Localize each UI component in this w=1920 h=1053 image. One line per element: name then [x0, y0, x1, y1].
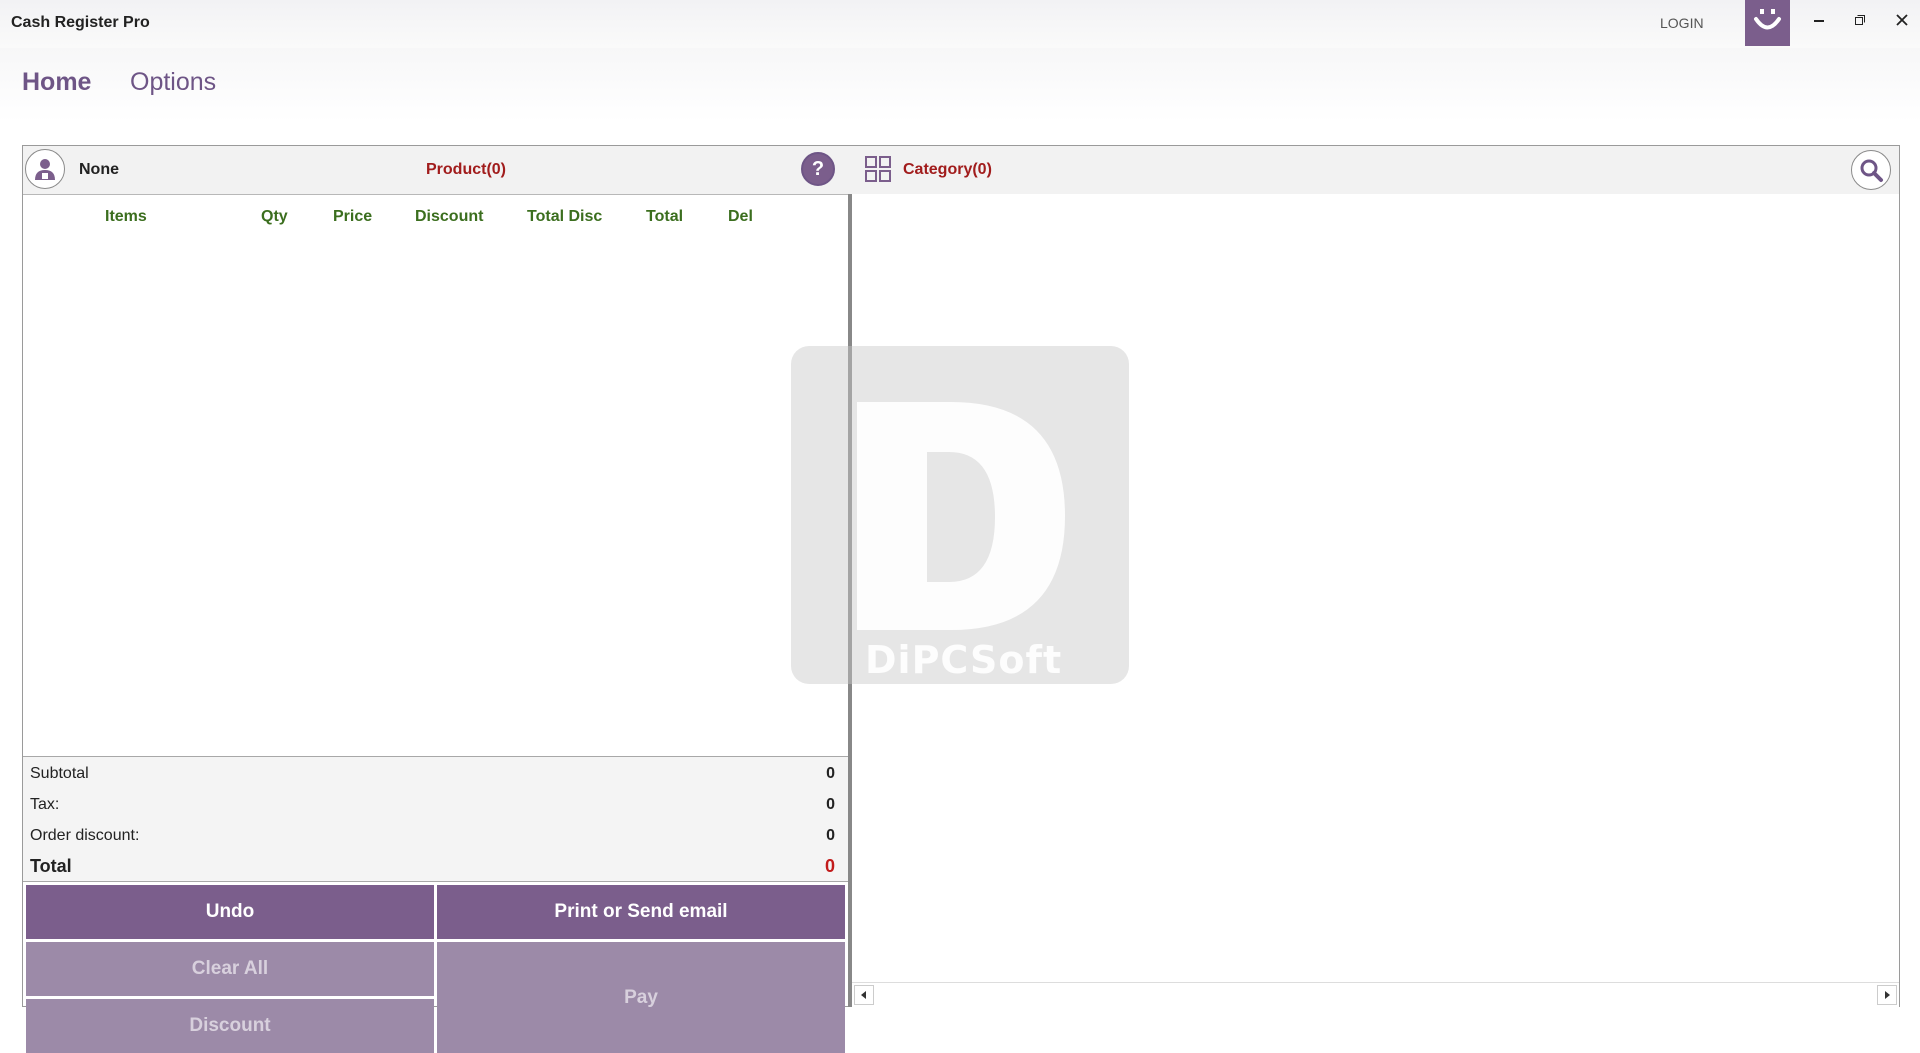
pay-button[interactable]: Pay: [437, 942, 845, 1053]
discount-button[interactable]: Discount: [26, 999, 434, 1053]
scroll-left-icon[interactable]: [854, 985, 874, 1005]
nav-bar: Home Options: [0, 48, 1920, 122]
user-icon: [35, 159, 55, 180]
col-discount[interactable]: Discount: [415, 208, 483, 226]
col-price[interactable]: Price: [333, 208, 372, 226]
scroll-right-icon[interactable]: [1877, 985, 1897, 1005]
col-total-disc[interactable]: Total Disc: [527, 208, 602, 226]
close-icon[interactable]: [1888, 6, 1916, 34]
login-button[interactable]: LOGIN: [1660, 15, 1704, 31]
items-list[interactable]: [23, 234, 848, 654]
tab-options[interactable]: Options: [130, 68, 216, 97]
customer-name: None: [79, 161, 119, 178]
smiley-logo-icon[interactable]: [1745, 0, 1790, 46]
col-total[interactable]: Total: [646, 208, 683, 226]
order-discount-label: Order discount:: [30, 827, 140, 844]
print-send-email-button[interactable]: Print or Send email: [437, 885, 845, 939]
search-button[interactable]: [1851, 150, 1891, 190]
app-title: Cash Register Pro: [11, 14, 150, 31]
tax-label: Tax:: [30, 796, 60, 813]
col-qty[interactable]: Qty: [261, 208, 288, 226]
title-bar: Cash Register Pro LOGIN: [0, 0, 1920, 48]
search-icon: [1860, 159, 1883, 182]
total-label: Total: [30, 856, 72, 876]
watermark-brand: DiPCSoft: [865, 638, 1063, 682]
subtotal-label: Subtotal: [30, 765, 89, 782]
category-count: Category(0): [903, 161, 992, 178]
horizontal-scrollbar[interactable]: [852, 982, 1899, 1007]
restore-icon[interactable]: [1846, 6, 1874, 34]
top-strip: None Product(0) ? Category(0): [23, 146, 1899, 195]
product-count: Product(0): [426, 161, 506, 178]
order-discount-value: 0: [826, 827, 835, 844]
help-icon[interactable]: ?: [801, 152, 835, 186]
category-grid-icon[interactable]: [865, 156, 891, 182]
col-del[interactable]: Del: [728, 208, 753, 226]
tax-value: 0: [826, 796, 835, 813]
total-value: 0: [824, 856, 835, 876]
subtotal-value: 0: [826, 765, 835, 782]
clear-all-button[interactable]: Clear All: [26, 942, 434, 996]
undo-button[interactable]: Undo: [26, 885, 434, 939]
minimize-icon[interactable]: [1805, 6, 1833, 34]
customer-button[interactable]: [25, 149, 65, 189]
tab-home[interactable]: Home: [22, 68, 91, 97]
watermark-d-icon: [857, 402, 1065, 630]
grid-header: Items Qty Price Discount Total Disc Tota…: [23, 194, 848, 234]
dipcsoft-watermark-logo: DiPCSoft: [791, 346, 1129, 684]
col-items[interactable]: Items: [105, 208, 147, 226]
order-panel: Items Qty Price Discount Total Disc Tota…: [23, 194, 848, 1053]
totals-panel: Subtotal 0 Tax: 0 Order discount: 0 Tota…: [23, 756, 848, 882]
